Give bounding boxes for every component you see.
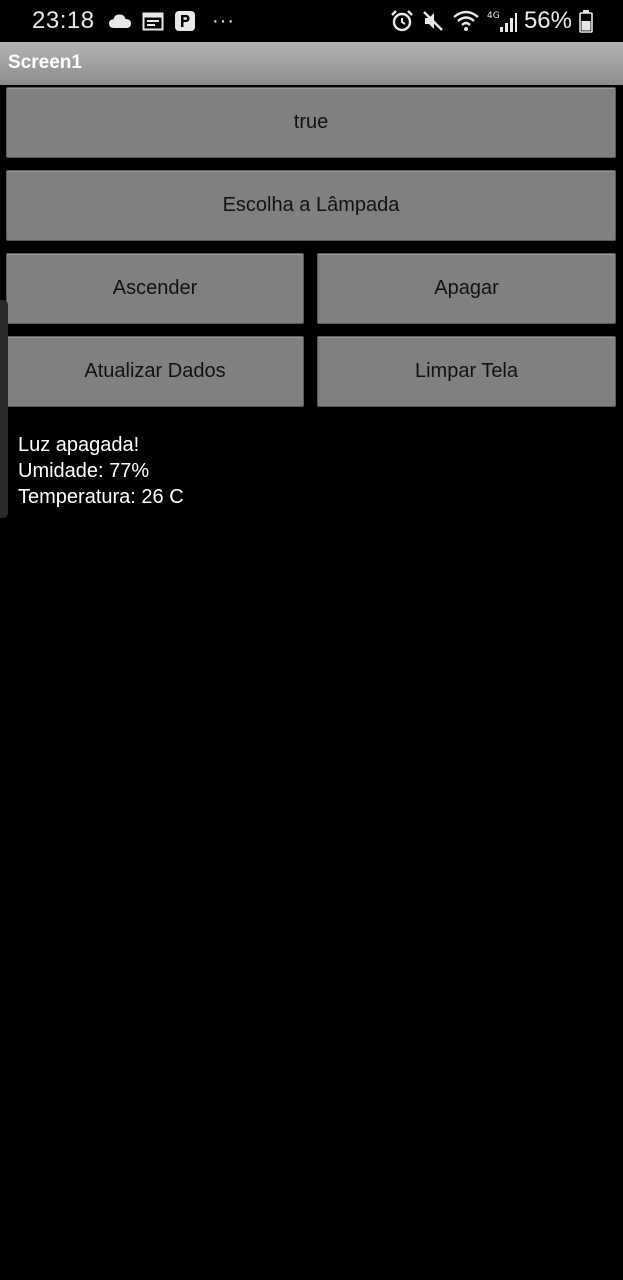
humidity-text: Umidade: 77% (18, 460, 150, 482)
clear-screen-button[interactable]: Limpar Tela (317, 336, 616, 407)
wifi-icon (452, 9, 480, 33)
svg-text:4G: 4G (487, 11, 500, 21)
sensor-info: Luz apagada! Umidade: 77% Temperatura: 2… (18, 432, 184, 510)
cloud-icon (108, 13, 132, 29)
screen-title: Screen1 (8, 52, 82, 73)
choose-lamp-button[interactable]: Escolha a Lâmpada (6, 170, 616, 241)
status-bar: 23:18 ··· 4G 56% (0, 0, 623, 42)
turn-on-button[interactable]: Ascender (6, 253, 304, 324)
status-right-icons: 4G 56% (390, 8, 593, 34)
status-time: 23:18 (32, 7, 95, 34)
network-type-icon: 4G (487, 9, 517, 33)
more-notifications-icon: ··· (212, 10, 235, 32)
battery-percent: 56% (523, 7, 572, 34)
parking-app-icon (174, 10, 196, 32)
mute-icon (421, 9, 445, 33)
status-button[interactable]: true (6, 87, 616, 158)
alarm-icon (390, 9, 414, 33)
turn-off-button[interactable]: Apagar (317, 253, 616, 324)
temperature-text: Temperatura: 26 C (18, 486, 184, 508)
light-status-text: Luz apagada! (18, 434, 140, 456)
update-data-button[interactable]: Atualizar Dados (6, 336, 304, 407)
battery-icon (579, 9, 593, 33)
title-bar: Screen1 (0, 42, 623, 85)
edge-panel-handle[interactable] (0, 300, 8, 518)
calendar-icon (142, 11, 164, 31)
status-left-icons: ··· (108, 9, 235, 33)
